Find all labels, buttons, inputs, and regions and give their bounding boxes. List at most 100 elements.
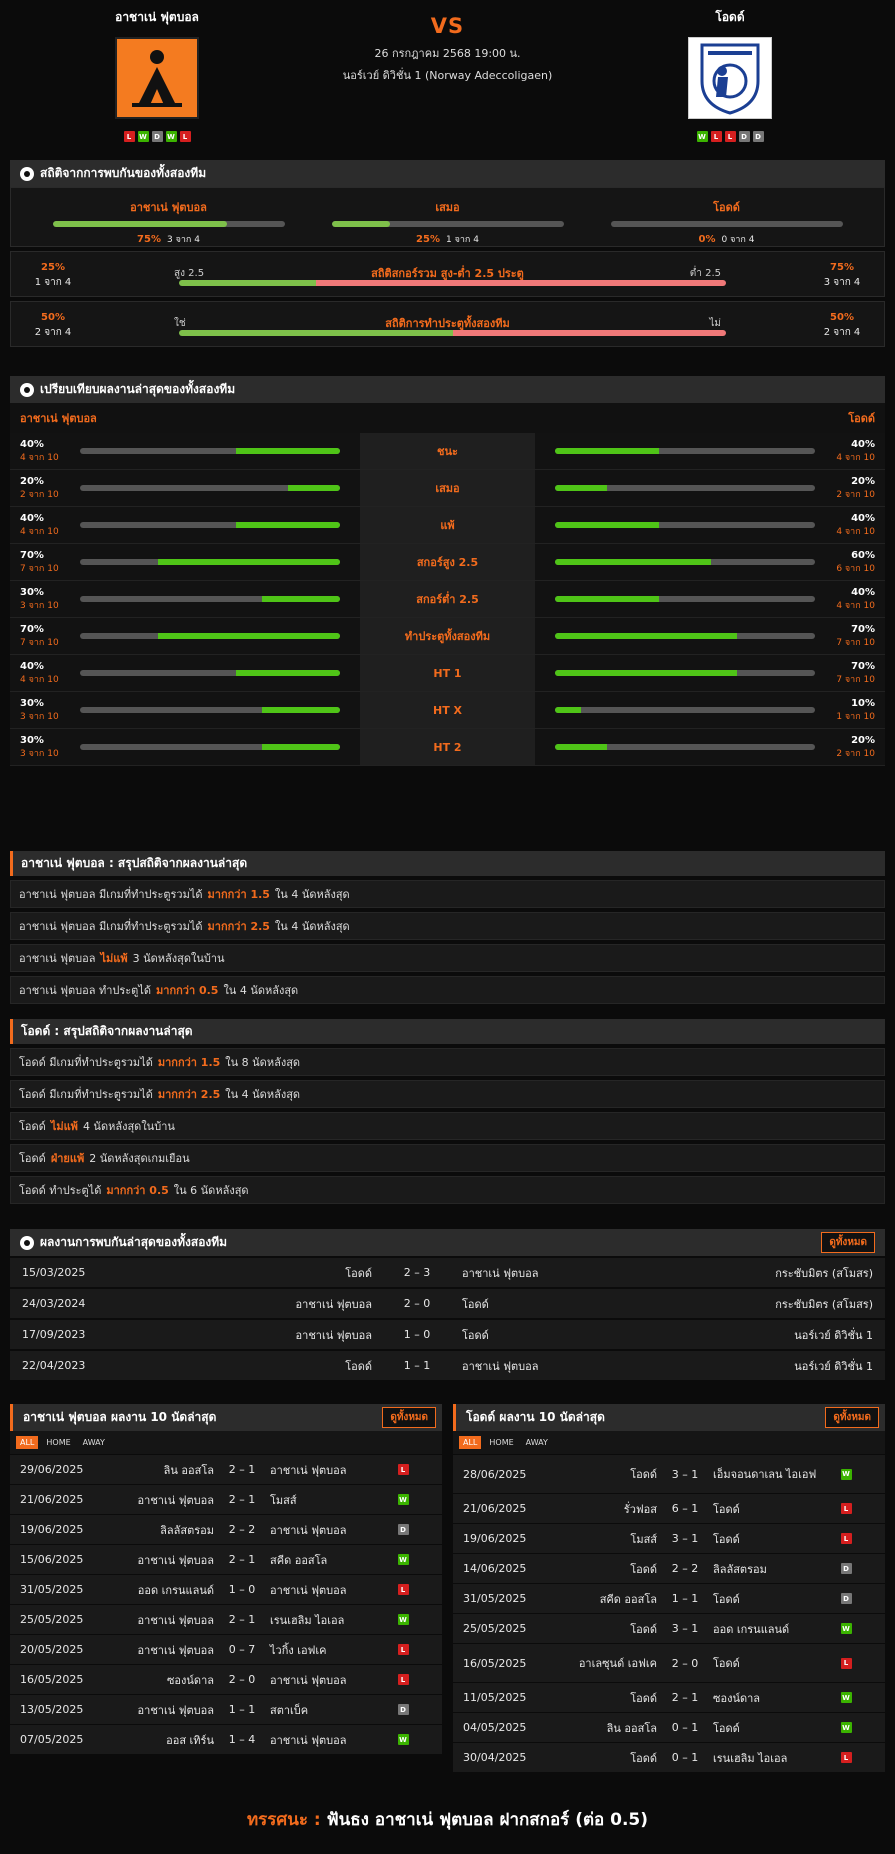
- recent-match-row[interactable]: 20/05/2025 อาชาเน่ ฟุตบอล 0 – 7 ไวกิ้ง เอฟเ…: [10, 1635, 442, 1664]
- result-cell: W: [831, 1692, 861, 1703]
- match-date: 11/05/2025: [463, 1691, 527, 1704]
- recent-match-row[interactable]: 19/06/2025 ลิลลัสตรอม 2 – 2 อาชาเน่ ฟุตบอล D: [10, 1515, 442, 1544]
- match-date: 21/06/2025: [20, 1493, 84, 1506]
- filter-tab-away[interactable]: AWAY: [522, 1436, 552, 1449]
- view-all-button[interactable]: ดูทั้งหมด: [821, 1232, 875, 1253]
- recent-match-row[interactable]: 14/06/2025 โอดด์ 2 – 2 ลิลลัสตรอม D: [453, 1554, 885, 1583]
- h2h-match-row[interactable]: 17/09/2023 อาชาเน่ ฟุตบอล 1 – 0 โอดด์ นอร์เว…: [10, 1320, 885, 1349]
- match-score: 1 – 1: [228, 1703, 256, 1716]
- home-form-badges: LWDWL: [72, 131, 242, 142]
- recent-match-row[interactable]: 16/05/2025 อาเลซุนด์ เอฟเค 2 – 0 โอดด์ L: [453, 1644, 885, 1682]
- match-date: 24/03/2024: [22, 1297, 86, 1310]
- pct-value: 70%: [20, 549, 44, 561]
- view-all-button[interactable]: ดูทั้งหมด: [825, 1407, 879, 1428]
- h2h-match-row[interactable]: 22/04/2023 โอดด์ 1 – 1 อาชาเน่ ฟุตบอล นอร์เว…: [10, 1351, 885, 1380]
- filter-tab-home[interactable]: HOME: [485, 1436, 517, 1449]
- btts-no-label: ไม่: [709, 318, 721, 329]
- filter-tab-all[interactable]: ALL: [459, 1436, 482, 1449]
- compare-away-bar-fill: [555, 596, 659, 602]
- summary-text: อาชาเน่ ฟุตบอล มีเกมที่ทำประตูรวมได้: [19, 920, 203, 933]
- compare-away-side: 20% 2 จาก 10: [535, 729, 885, 765]
- compare-away-side: 70% 7 จาก 10: [535, 618, 885, 654]
- result-cell: D: [388, 1704, 418, 1715]
- result-cell: L: [831, 1657, 861, 1669]
- pct-count: 1 จาก 10: [836, 711, 875, 722]
- recent-match-row[interactable]: 25/05/2025 โอดด์ 3 – 1 ออด เกรนแลนด์ W: [453, 1614, 885, 1643]
- result-badge: L: [840, 1533, 852, 1544]
- result-badge: L: [397, 1584, 409, 1595]
- match-home-team: ออด เกรนแลนด์: [137, 1583, 214, 1597]
- pct-count: 1 จาก 4: [445, 235, 479, 245]
- result-badge: W: [397, 1734, 409, 1745]
- filter-tab-away[interactable]: AWAY: [79, 1436, 109, 1449]
- summary-highlight: มากกว่า 2.5: [207, 920, 270, 933]
- compare-away-bar-fill: [555, 559, 711, 565]
- recent-match-row[interactable]: 11/05/2025 โอดด์ 2 – 1 ซองน์ดาล W: [453, 1683, 885, 1712]
- recent-match-row[interactable]: 16/05/2025 ซองน์ดาล 2 – 0 อาชาเน่ ฟุตบอล L: [10, 1665, 442, 1694]
- summary-text: โอดด์ มีเกมที่ทำประตูรวมได้: [19, 1056, 153, 1069]
- home-team-name: อาชาเน่ ฟุตบอล: [115, 10, 199, 24]
- result-badge: L: [397, 1674, 409, 1685]
- recent-match-row[interactable]: 15/06/2025 อาชาเน่ ฟุตบอล 2 – 1 สคีด ออสโล W: [10, 1545, 442, 1574]
- result-badge: W: [397, 1554, 409, 1565]
- pct-count: 6 จาก 10: [836, 563, 875, 574]
- pct-count: 2 จาก 10: [836, 489, 875, 500]
- result-badge: D: [840, 1593, 852, 1604]
- summary-text: 3 นัดหลังสุดในบ้าน: [132, 952, 225, 965]
- match-home-team: โอดด์: [630, 1751, 657, 1765]
- compare-home-bar-fill: [262, 707, 340, 713]
- filter-tab-home[interactable]: HOME: [42, 1436, 74, 1449]
- pct-count: 4 จาก 10: [20, 526, 59, 537]
- recent-match-row[interactable]: 13/05/2025 อาชาเน่ ฟุตบอล 1 – 1 สตาเบ็ค D: [10, 1695, 442, 1724]
- form-badge: L: [123, 131, 135, 142]
- recent-match-row[interactable]: 04/05/2025 ลิน ออสโล 0 – 1 โอดด์ W: [453, 1713, 885, 1742]
- summary-text: ใน 4 นัดหลังสุด: [223, 984, 299, 997]
- recent-match-row[interactable]: 30/04/2025 โอดด์ 0 – 1 เรนเฮลิม ไอเอล L: [453, 1743, 885, 1772]
- h2h-result-item: เสมอ 25% 1 จาก 4: [331, 198, 564, 246]
- pct-value: 0%: [698, 234, 716, 245]
- home-team[interactable]: อาชาเน่ ฟุตบอล LWDWL: [72, 8, 242, 142]
- compare-home-side: 30% 3 จาก 10: [10, 581, 360, 617]
- match-competition: กระชับมิตร (สโมสร): [775, 1266, 873, 1280]
- away-team-name: โอดด์: [715, 10, 745, 24]
- compare-label: เสมอ: [360, 470, 535, 506]
- view-all-button[interactable]: ดูทั้งหมด: [382, 1407, 436, 1428]
- recent-match-row[interactable]: 21/06/2025 อาชาเน่ ฟุตบอล 2 – 1 โมสส์ W: [10, 1485, 442, 1514]
- compare-away-bar: [555, 559, 815, 565]
- compare-home-pct: 70% 7 จาก 10: [20, 624, 70, 649]
- pct-count: 4 จาก 10: [836, 526, 875, 537]
- pct-value: 20%: [851, 734, 875, 746]
- recent-match-row[interactable]: 21/06/2025 รั่วฟอส 6 – 1 โอดด์ L: [453, 1494, 885, 1523]
- compare-away-side: 20% 2 จาก 10: [535, 470, 885, 506]
- recent-match-row[interactable]: 07/05/2025 ออส เทิร์น 1 – 4 อาชาเน่ ฟุตบอล W: [10, 1725, 442, 1754]
- recent-match-row[interactable]: 31/05/2025 ออด เกรนแลนด์ 1 – 0 อาชาเน่ ฟุตบ…: [10, 1575, 442, 1604]
- h2h-result-bar: [52, 221, 285, 227]
- summary-item: อาชาเน่ ฟุตบอล ทำประตูได้ มากกว่า 0.5 ใน 4…: [10, 976, 885, 1004]
- match-score: 2 – 1: [228, 1613, 256, 1626]
- summary-item: โอดด์ มีเกมที่ทำประตูรวมได้ มากกว่า 1.5 ใน…: [10, 1048, 885, 1076]
- recent-match-row[interactable]: 25/05/2025 อาชาเน่ ฟุตบอล 2 – 1 เรนเฮลิม ไอ…: [10, 1605, 442, 1634]
- pct-count: 4 จาก 10: [836, 600, 875, 611]
- pct-count: 7 จาก 10: [836, 637, 875, 648]
- match-header: อาชาเน่ ฟุตบอล LWDWL VS 26 กรกฎาคม 2568 …: [0, 0, 895, 150]
- compare-home-bar: [80, 744, 340, 750]
- prediction-label: ทรรศนะ :: [246, 1810, 321, 1830]
- h2h-match-row[interactable]: 24/03/2024 อาชาเน่ ฟุตบอล 2 – 0 โอดด์ กระชับ…: [10, 1289, 885, 1318]
- match-date: 07/05/2025: [20, 1733, 84, 1746]
- match-score: 2 – 2: [228, 1523, 256, 1536]
- match-date: 28/06/2025: [463, 1467, 527, 1481]
- h2h-match-row[interactable]: 15/03/2025 โอดด์ 2 – 3 อาชาเน่ ฟุตบอล กระชับ…: [10, 1258, 885, 1287]
- match-away-team: โอดด์: [713, 1502, 740, 1516]
- h2h-stats-title: สถิติจากการพบกันของทั้งสองทีม: [10, 160, 885, 187]
- result-cell: W: [831, 1623, 861, 1634]
- away-team[interactable]: โอดด์ WLLDD: [645, 8, 815, 142]
- recent-match-row[interactable]: 29/06/2025 ลิน ออสโล 2 – 1 อาชาเน่ ฟุตบอล L: [10, 1455, 442, 1484]
- recent-match-row[interactable]: 31/05/2025 สคีด ออสโล 1 – 1 โอดด์ D: [453, 1584, 885, 1613]
- filter-tab-all[interactable]: ALL: [16, 1436, 39, 1449]
- recent-match-row[interactable]: 19/06/2025 โมสส์ 3 – 1 โอดด์ L: [453, 1524, 885, 1553]
- match-home-team: ออส เทิร์น: [166, 1733, 214, 1747]
- prediction-text: ฟันธง อาชาเน่ ฟุตบอล ฝากสกอร์ (ต่อ 0.5): [326, 1810, 649, 1830]
- match-away-team: โอดด์: [462, 1328, 489, 1342]
- compare-row: 40% 4 จาก 10 ชนะ 40% 4 จาก 10: [10, 433, 885, 470]
- recent-match-row[interactable]: 28/06/2025 โอดด์ 3 – 1 เอ็มจอนดาเลน ไอเอฟ W: [453, 1455, 885, 1493]
